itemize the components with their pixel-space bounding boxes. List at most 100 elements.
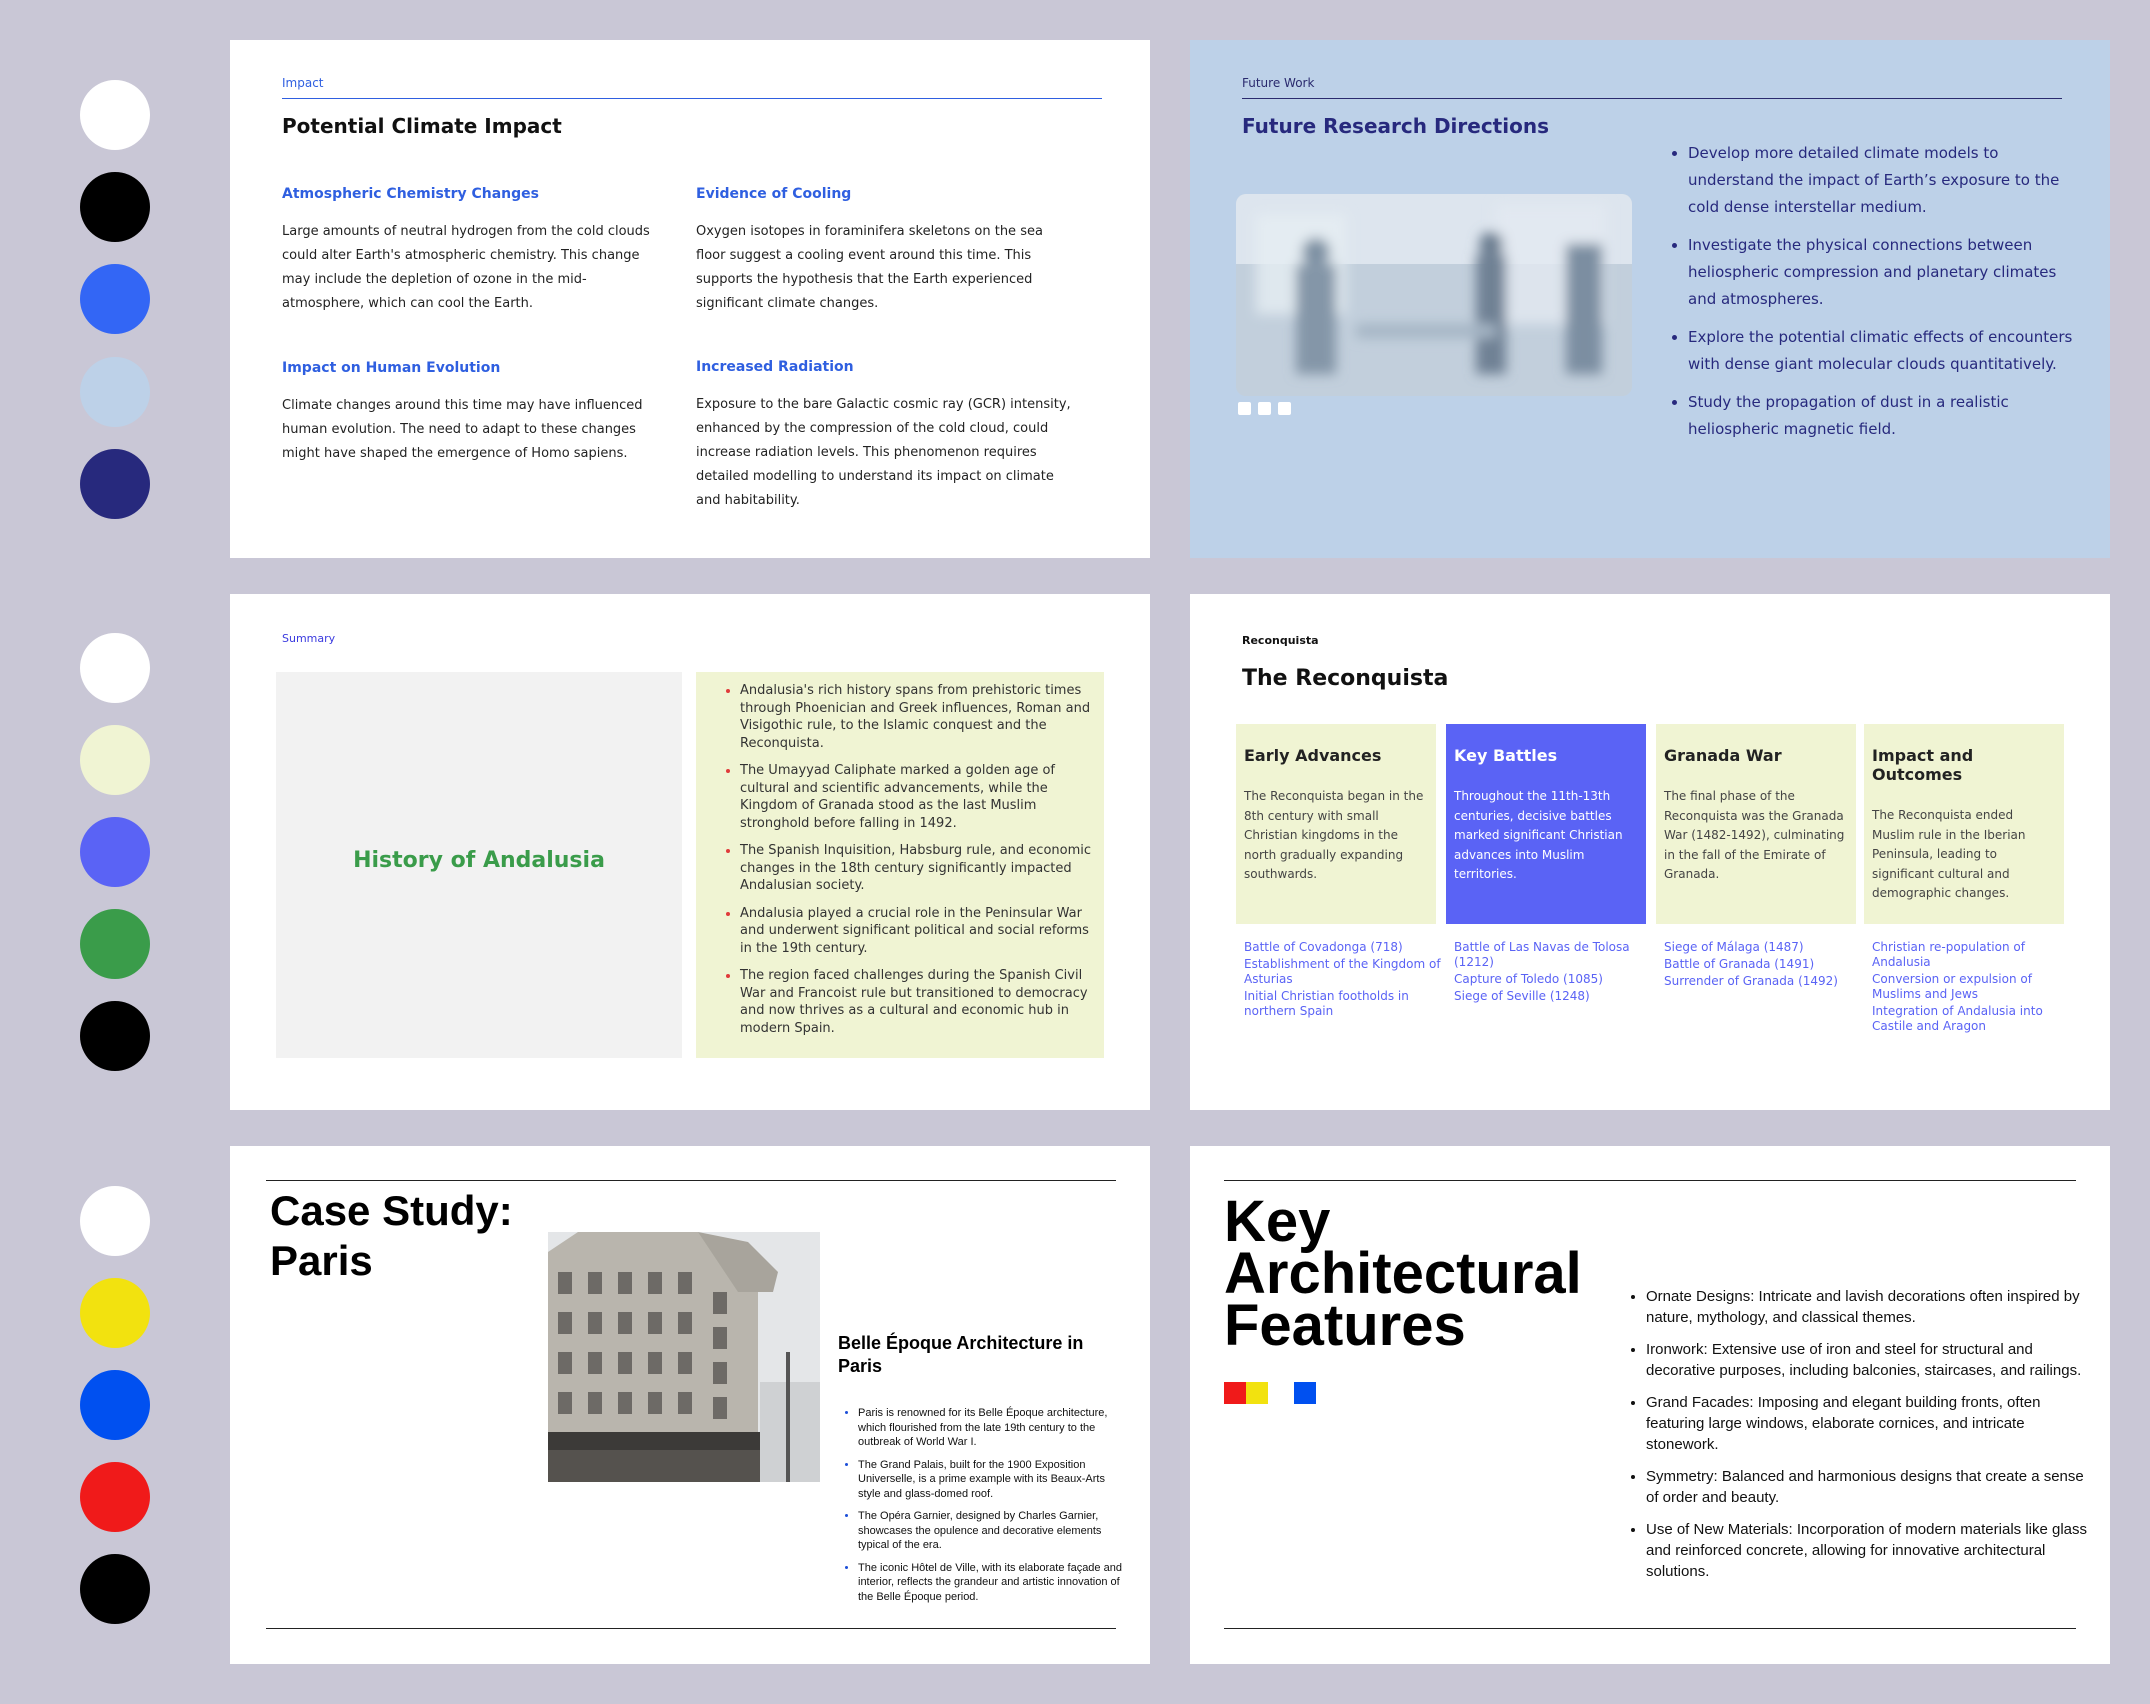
swatch-black[interactable] [80, 172, 150, 242]
blue-square [1294, 1382, 1316, 1404]
slide-title: Case Study: Paris [270, 1187, 513, 1284]
card-early-advances[interactable]: Early Advances The Reconquista began in … [1236, 724, 1436, 924]
slide-andalusia-summary[interactable]: Summary History of Andalusia Andalusia's… [230, 594, 1150, 1110]
top-divider [266, 1180, 1116, 1181]
bullet-item: Explore the potential climatic effects o… [1688, 324, 2078, 378]
swatch-light-blue[interactable] [80, 357, 150, 427]
swatch-white[interactable] [80, 80, 150, 150]
divider [1242, 98, 2062, 99]
card-key-battles[interactable]: Key Battles Throughout the 11th-13th cen… [1446, 724, 1646, 924]
slide-climate-impact[interactable]: Impact Potential Climate Impact Atmosphe… [230, 40, 1150, 558]
yellow-square [1246, 1382, 1268, 1404]
link[interactable]: Siege of Málaga (1487) [1664, 940, 1864, 955]
card-granada-war[interactable]: Granada War The final phase of the Recon… [1656, 724, 1856, 924]
link[interactable]: Establishment of the Kingdom of Asturias [1244, 957, 1444, 987]
swatch-blue[interactable] [80, 1370, 150, 1440]
card-links: Battle of Las Navas de Tolosa (1212) Cap… [1454, 940, 1654, 1006]
link[interactable]: Battle of Las Navas de Tolosa (1212) [1454, 940, 1654, 970]
office-photo [1236, 194, 1632, 396]
link[interactable]: Integration of Andalusia into Castile an… [1872, 1004, 2052, 1034]
swatch-pale-yellow[interactable] [80, 725, 150, 795]
swatch-yellow[interactable] [80, 1278, 150, 1348]
slide-case-study-paris[interactable]: Case Study: Paris Belle Époque Architect… [230, 1146, 1150, 1664]
bullet-item: The iconic Hôtel de Ville, with its elab… [858, 1561, 1128, 1605]
card-links: Siege of Málaga (1487) Battle of Granada… [1664, 940, 1864, 991]
card-impact-outcomes[interactable]: Impact and Outcomes The Reconquista ende… [1864, 724, 2064, 924]
swatch-periwinkle[interactable] [80, 817, 150, 887]
red-square [1224, 1382, 1246, 1404]
bullet-item: Symmetry: Balanced and harmonious design… [1646, 1466, 2096, 1508]
section-heading: Belle Époque Architecture in Paris [838, 1333, 1084, 1376]
section-body: Oxygen isotopes in foraminifera skeleton… [696, 224, 1043, 311]
link[interactable]: Battle of Granada (1491) [1664, 957, 1864, 972]
link[interactable]: Siege of Seville (1248) [1454, 989, 1654, 1004]
link[interactable]: Capture of Toledo (1085) [1454, 972, 1654, 987]
card-body: The Reconquista ended Muslim rule in the… [1872, 808, 2026, 900]
swatch-black[interactable] [80, 1554, 150, 1624]
bottom-divider [266, 1628, 1116, 1629]
card-body: Throughout the 11th-13th centuries, deci… [1454, 789, 1623, 881]
bullet-item: Paris is renowned for its Belle Époque a… [858, 1406, 1128, 1450]
swatch-black[interactable] [80, 1001, 150, 1071]
slide-architectural-features[interactable]: Key Architectural Features Ornate Design… [1190, 1146, 2110, 1664]
bullet-item: The Opéra Garnier, designed by Charles G… [858, 1509, 1128, 1553]
link[interactable]: Christian re-population of Andalusia [1872, 940, 2052, 970]
paris-building-photo [548, 1232, 820, 1482]
belle-epoque-building-image [548, 1232, 820, 1482]
bullet-list: Ornate Designs: Intricate and lavish dec… [1626, 1286, 2096, 1593]
slide-reconquista[interactable]: Reconquista The Reconquista Early Advanc… [1190, 594, 2110, 1110]
swatch-blue[interactable] [80, 264, 150, 334]
bullet-item: Develop more detailed climate models to … [1688, 140, 2078, 221]
card-body: The Reconquista began in the 8th century… [1244, 789, 1424, 881]
slide-kicker: Summary [282, 632, 336, 645]
carousel-dot[interactable] [1258, 402, 1271, 415]
section-heading: Increased Radiation [696, 359, 854, 375]
bullet-list: Andalusia's rich history spans from preh… [720, 682, 1100, 1047]
section-heading: Atmospheric Chemistry Changes [282, 186, 539, 202]
card-links: Christian re-population of Andalusia Con… [1872, 940, 2052, 1036]
link[interactable]: Initial Christian footholds in northern … [1244, 989, 1444, 1019]
swatch-white[interactable] [80, 633, 150, 703]
bullet-list: Paris is renowned for its Belle Époque a… [838, 1406, 1128, 1612]
blurred-office-image [1236, 194, 1632, 396]
section-body: Climate changes around this time may hav… [282, 398, 643, 461]
slide-kicker: Future Work [1242, 76, 1315, 90]
bullet-item: Andalusia's rich history spans from preh… [740, 682, 1100, 752]
card-title: Granada War [1664, 746, 1782, 765]
slide-title: Key Architectural Features [1224, 1189, 1582, 1358]
section-body: Large amounts of neutral hydrogen from t… [282, 224, 650, 311]
carousel-dot[interactable] [1278, 402, 1291, 415]
carousel-dot[interactable] [1238, 402, 1251, 415]
card-title: Impact and Outcomes [1872, 746, 1974, 784]
bullet-item: Ornate Designs: Intricate and lavish dec… [1646, 1286, 2096, 1328]
swatch-green[interactable] [80, 909, 150, 979]
bullet-item: Use of New Materials: Incorporation of m… [1646, 1519, 2096, 1582]
bullet-item: Grand Facades: Imposing and elegant buil… [1646, 1392, 2096, 1455]
bullet-item: The Grand Palais, built for the 1900 Exp… [858, 1458, 1128, 1502]
slide-title: Potential Climate Impact [282, 114, 562, 138]
swatch-navy[interactable] [80, 449, 150, 519]
bottom-divider [1224, 1628, 2076, 1629]
card-links: Battle of Covadonga (718) Establishment … [1244, 940, 1444, 1021]
section-heading: Impact on Human Evolution [282, 360, 501, 376]
link[interactable]: Conversion or expulsion of Muslims and J… [1872, 972, 2052, 1002]
top-divider [1224, 1180, 2076, 1181]
slide-title: The Reconquista [1242, 666, 1449, 691]
slide-kicker: Impact [282, 76, 324, 90]
link[interactable]: Battle of Covadonga (718) [1244, 940, 1444, 955]
divider [282, 98, 1102, 99]
link[interactable]: Surrender of Granada (1492) [1664, 974, 1864, 989]
bullet-item: Andalusia played a crucial role in the P… [740, 905, 1100, 958]
bullet-item: Investigate the physical connections bet… [1688, 232, 2078, 313]
section-heading: Evidence of Cooling [696, 186, 852, 202]
card-body: The final phase of the Reconquista was t… [1664, 789, 1845, 881]
bullet-item: The Umayyad Caliphate marked a golden ag… [740, 762, 1100, 832]
section-body: Exposure to the bare Galactic cosmic ray… [696, 397, 1071, 508]
swatch-white[interactable] [80, 1186, 150, 1256]
slide-title: Future Research Directions [1242, 114, 1549, 138]
slide-kicker: Reconquista [1242, 634, 1319, 647]
swatch-red[interactable] [80, 1462, 150, 1532]
bullet-item: Study the propagation of dust in a reali… [1688, 389, 2078, 443]
slide-future-research[interactable]: Future Work Future Research Directions •… [1190, 40, 2110, 558]
bullet-item: The Spanish Inquisition, Habsburg rule, … [740, 842, 1100, 895]
